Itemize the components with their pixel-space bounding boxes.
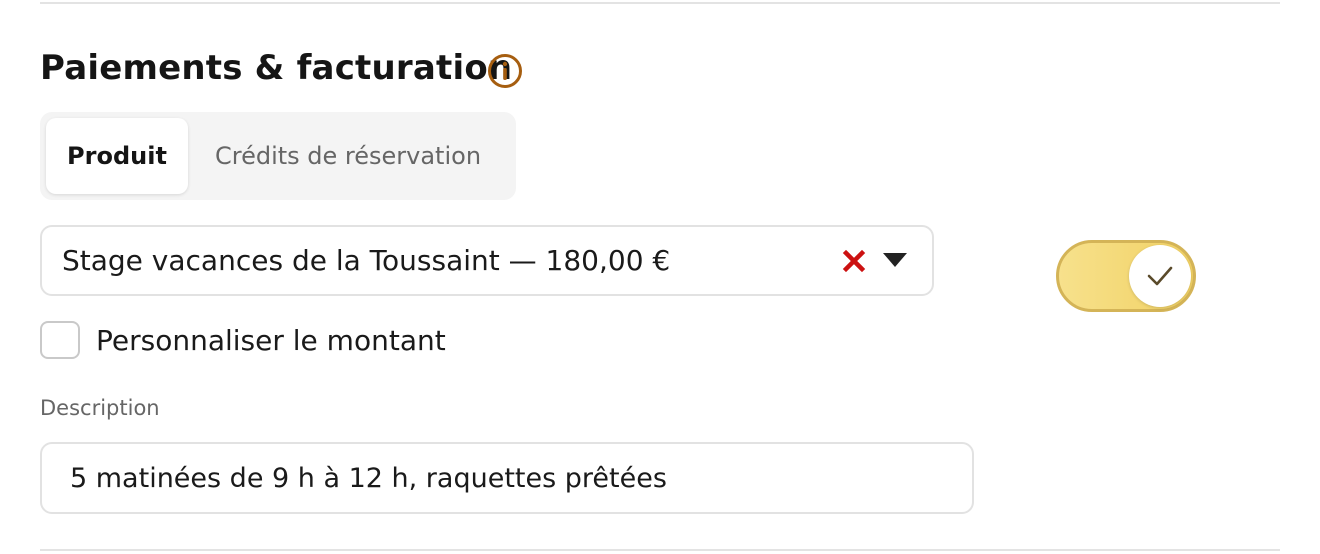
- enabled-toggle[interactable]: [1056, 240, 1196, 312]
- toggle-knob: [1129, 245, 1191, 307]
- product-select-value: Stage vacances de la Toussaint — 180,00 …: [62, 244, 671, 277]
- triangle-down-icon[interactable]: [882, 251, 908, 269]
- top-divider: [40, 2, 1280, 4]
- custom-amount-checkbox[interactable]: [40, 321, 80, 359]
- clear-x-icon[interactable]: [842, 249, 866, 273]
- tab-credits-reservation[interactable]: Crédits de réservation: [200, 118, 496, 194]
- description-label: Description: [40, 396, 160, 420]
- product-select[interactable]: Stage vacances de la Toussaint — 180,00 …: [40, 225, 934, 296]
- custom-amount-label[interactable]: Personnaliser le montant: [96, 320, 446, 362]
- billing-type-tabs: Produit Crédits de réservation: [40, 112, 516, 200]
- tab-produit[interactable]: Produit: [46, 118, 188, 194]
- payment-settings-page: Paiements & facturation Produit Crédits …: [0, 0, 1320, 554]
- bottom-divider: [40, 549, 1280, 551]
- description-input[interactable]: [40, 442, 974, 514]
- check-icon: [1147, 266, 1173, 286]
- section-title: Paiements & facturation: [40, 48, 513, 88]
- info-circle-icon[interactable]: [487, 53, 523, 89]
